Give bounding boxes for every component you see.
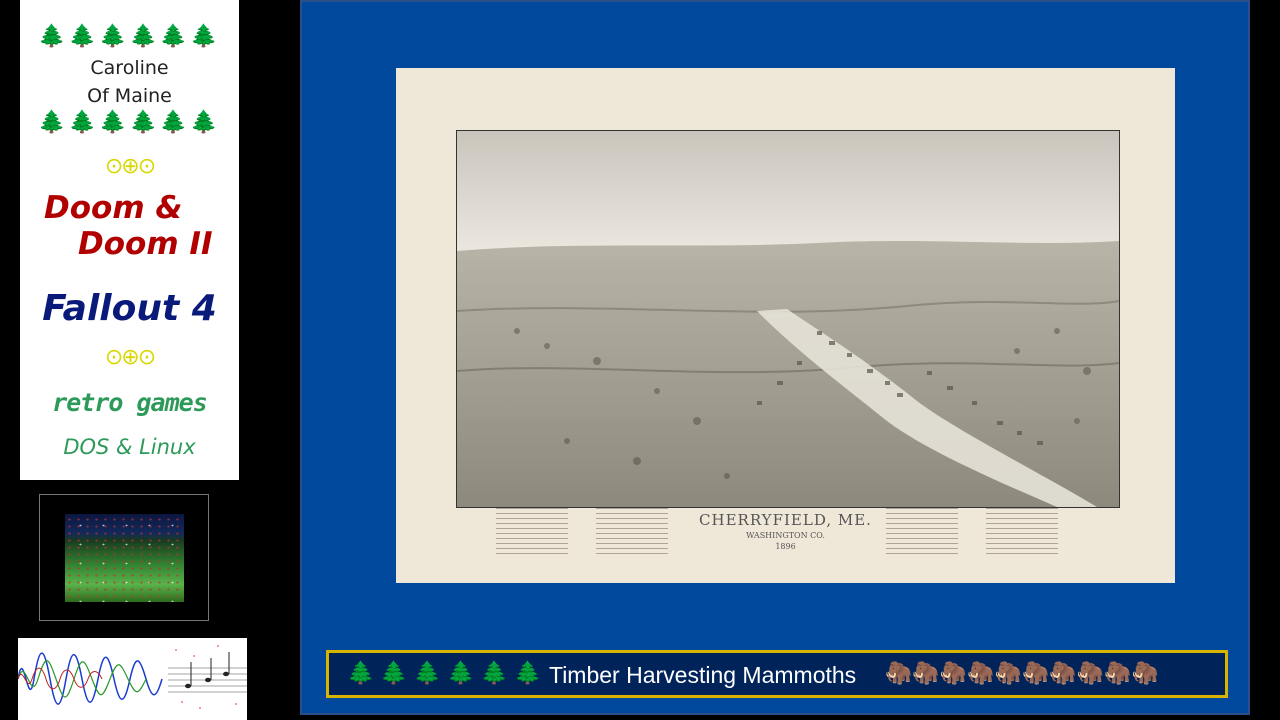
channel-name-line2: Of Maine — [87, 85, 172, 107]
channel-name-line1: Caroline — [90, 57, 169, 79]
game-thumbnail-image — [65, 514, 184, 602]
doom-title-line1: Doom & — [44, 190, 183, 226]
retro-games-logo: retro games — [52, 388, 208, 417]
tree-icons: 🌲🌲🌲🌲🌲🌲 — [347, 661, 548, 686]
channel-branding-card: 🌲🌲🌲🌲🌲🌲 Caroline Of Maine 🌲🌲🌲🌲🌲🌲 ⊙⊕⊙ Doom… — [20, 0, 239, 480]
waveform-icon — [18, 645, 247, 709]
map-year: 1896 — [775, 542, 796, 551]
video-title: Timber Harvesting Mammoths — [549, 662, 857, 688]
game-thumbnail-frame — [39, 494, 209, 621]
tree-icons-bottom: 🌲🌲🌲🌲🌲🌲 — [38, 110, 221, 135]
tree-icons-top: 🌲🌲🌲🌲🌲🌲 — [38, 24, 221, 49]
doom-title-line2: Doom II — [78, 226, 213, 262]
map-subtitle: WASHINGTON CO. — [746, 531, 825, 540]
fallout-title: Fallout 4 — [42, 288, 217, 329]
mammoth-icons: 🦣🦣🦣🦣🦣🦣🦣🦣🦣🦣 — [885, 661, 1159, 686]
map-title: CHERRYFIELD, ME. — [699, 511, 872, 529]
audio-waveform-graphic — [18, 638, 247, 720]
ring-ornament-icon: ⊙⊕⊙ — [104, 154, 156, 179]
birdseye-view-illustration — [456, 130, 1120, 508]
historical-map-sheet: CHERRYFIELD, ME. WASHINGTON CO. 1896 — [396, 68, 1175, 583]
ring-ornament-icon: ⊙⊕⊙ — [104, 345, 156, 370]
channel-name: Caroline Of Maine — [20, 54, 239, 110]
main-display-panel: CHERRYFIELD, ME. WASHINGTON CO. 1896 🌲🌲🌲… — [300, 0, 1250, 715]
dos-linux-label: DOS & Linux — [63, 435, 196, 459]
town-landscape-icon — [457, 131, 1119, 507]
caption-bar: 🌲🌲🌲🌲🌲🌲 Timber Harvesting Mammoths 🦣🦣🦣🦣🦣🦣… — [326, 650, 1228, 698]
